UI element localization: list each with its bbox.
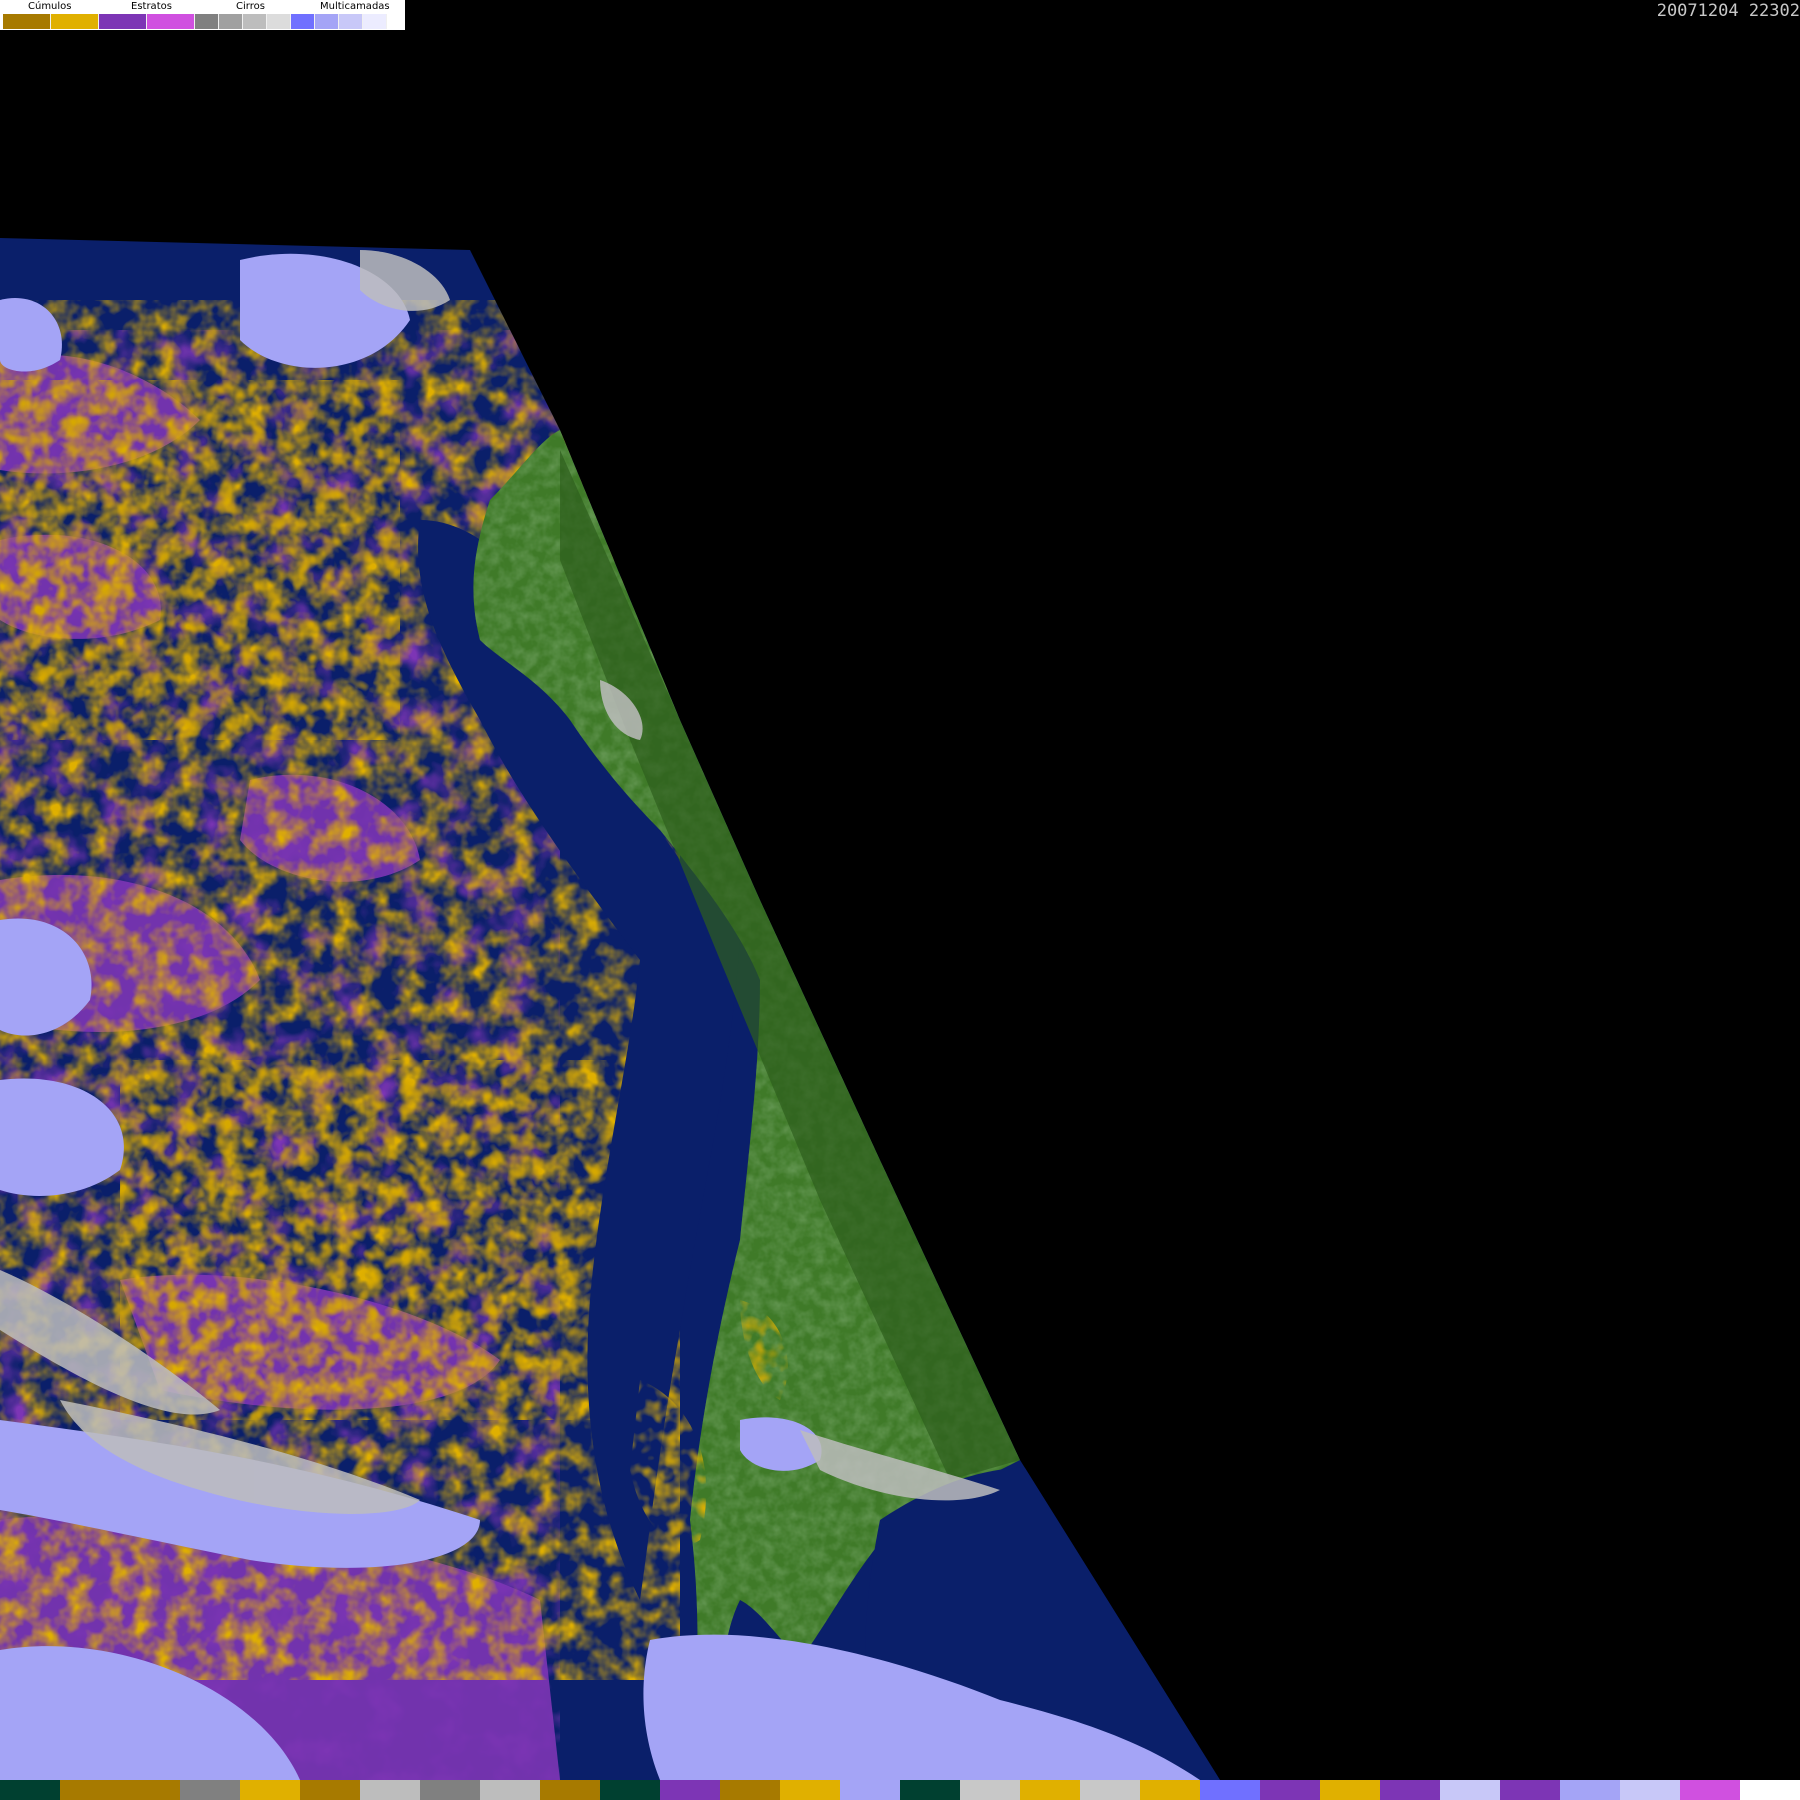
legend-label-stratus: Estratos (131, 1, 172, 12)
legend-swatch (195, 14, 219, 29)
legend-swatch (315, 14, 339, 29)
legend-label-cumulus: Cúmulos (28, 1, 72, 12)
legend-swatch (3, 14, 51, 29)
satellite-cloud-classification-image (0, 238, 1220, 1780)
strip-cell (1080, 1780, 1140, 1800)
strip-cell (1740, 1780, 1800, 1800)
strip-cell (780, 1780, 840, 1800)
strip-cell (960, 1780, 1020, 1800)
strip-cell (240, 1780, 300, 1800)
strip-cell (1320, 1780, 1380, 1800)
strip-cell (840, 1780, 900, 1800)
strip-cell (1140, 1780, 1200, 1800)
strip-cell (1500, 1780, 1560, 1800)
legend-label-cirrus: Cirros (236, 1, 265, 12)
strip-cell (360, 1780, 420, 1800)
legend-swatch (243, 14, 267, 29)
legend-swatch (147, 14, 195, 29)
strip-cell (120, 1780, 180, 1800)
strip-cell (60, 1780, 120, 1800)
legend-swatch (99, 14, 147, 29)
strip-cell (540, 1780, 600, 1800)
image-timestamp: 20071204 22302 (1656, 1, 1800, 21)
strip-cell (1440, 1780, 1500, 1800)
strip-cell (1020, 1780, 1080, 1800)
strip-cell (1380, 1780, 1440, 1800)
legend-label-multilayer: Multicamadas (320, 1, 390, 12)
strip-cell (600, 1780, 660, 1800)
strip-cell (720, 1780, 780, 1800)
legend-swatch (51, 14, 99, 29)
legend-labels: Cúmulos Estratos Cirros Multicamadas (0, 0, 405, 13)
strip-cell (0, 1780, 60, 1800)
bottom-color-strip (0, 1780, 1800, 1800)
strip-cell (1680, 1780, 1740, 1800)
imaging-swath (0, 238, 1220, 1780)
legend-swatches (2, 13, 388, 30)
strip-cell (300, 1780, 360, 1800)
strip-cell (180, 1780, 240, 1800)
strip-cell (1200, 1780, 1260, 1800)
strip-cell (660, 1780, 720, 1800)
legend-swatch (291, 14, 315, 29)
legend-swatch (267, 14, 291, 29)
strip-cell (900, 1780, 960, 1800)
legend-swatch (339, 14, 363, 29)
strip-cell (420, 1780, 480, 1800)
legend-swatch (363, 14, 387, 29)
strip-cell (480, 1780, 540, 1800)
strip-cell (1620, 1780, 1680, 1800)
strip-cell (1260, 1780, 1320, 1800)
strip-cell (1560, 1780, 1620, 1800)
legend-swatch (219, 14, 243, 29)
cloud-type-legend: Cúmulos Estratos Cirros Multicamadas (0, 0, 405, 30)
